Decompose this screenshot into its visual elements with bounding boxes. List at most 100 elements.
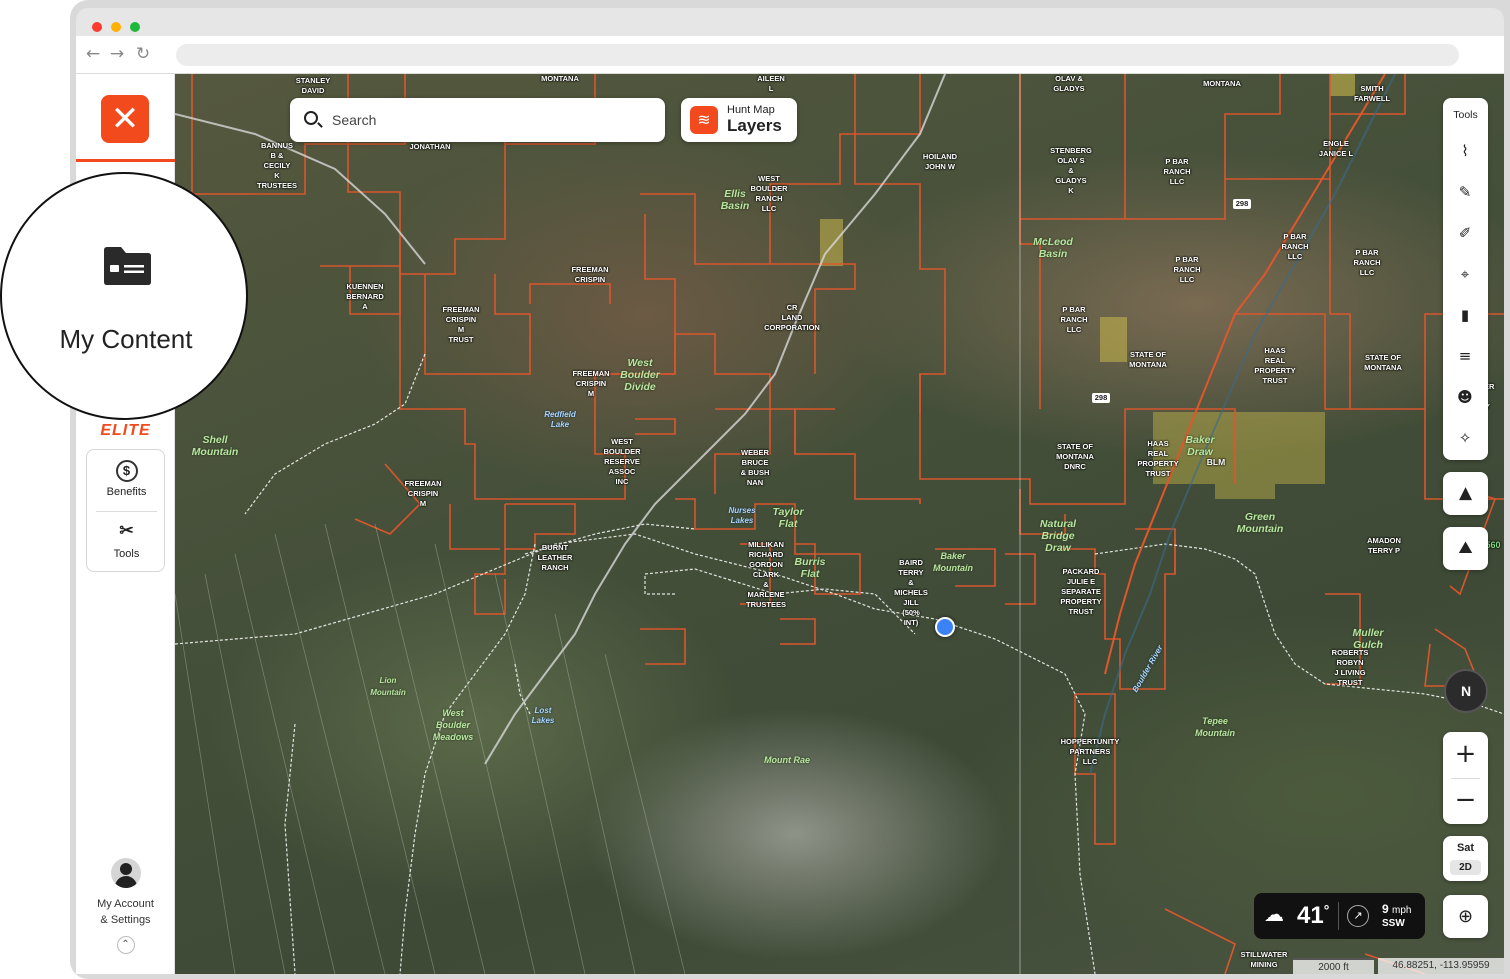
wind-speed-value: 9 <box>1382 902 1389 916</box>
place-label: Natural Bridge Draw <box>1039 518 1077 554</box>
owner-label: OLAV & GLADYS <box>1053 74 1085 93</box>
folder-icon <box>104 247 151 285</box>
owner-label: AILEEN L <box>757 74 785 93</box>
owner-label: P BAR RANCH LLC <box>1060 305 1088 334</box>
browser-address-row: ← → ↻ <box>76 36 1504 74</box>
owner-label: P BAR RANCH LLC <box>1353 248 1381 277</box>
view-mode-label: 2D <box>1450 860 1481 875</box>
owner-label: STATE OF MONTANA <box>1364 353 1402 372</box>
basemap-toggle-button[interactable]: Sat 2D <box>1443 836 1488 881</box>
satellite-icon[interactable]: ✧ <box>1454 427 1476 449</box>
compass-north-label: N <box>1460 683 1472 699</box>
account-label-line1: My Account <box>97 898 154 910</box>
wind-speed-unit: mph <box>1392 905 1412 916</box>
owner-label: P BAR RANCH LLC <box>1281 232 1309 261</box>
place-label: Baker Mountain <box>933 551 973 573</box>
temperature-unit: ° <box>1323 902 1330 918</box>
owner-label: PACKARD JULIE E SEPARATE PROPERTY TRUST <box>1060 567 1102 616</box>
chevron-up-icon[interactable]: ⌃ <box>116 936 135 954</box>
group-users-icon[interactable]: ☻ <box>1454 386 1476 408</box>
owner-label: HAAS REAL PROPERTY TRUST <box>1137 439 1179 478</box>
account-settings[interactable]: My Account & Settings ⌃ <box>76 858 175 954</box>
sidebar-item-label: Tools <box>113 548 140 560</box>
owner-label: P BAR RANCH LLC <box>1173 255 1201 284</box>
place-label: Green Mountain <box>1236 511 1284 535</box>
water-label: Redfield Lake <box>544 410 576 429</box>
terrain-3d-icon[interactable]: ▲ <box>1443 472 1488 515</box>
place-label: McLeod Basin <box>1033 236 1073 260</box>
maximize-window-dot[interactable] <box>130 22 140 32</box>
temperature: 41° <box>1297 902 1329 930</box>
owner-label: P BAR RANCH LLC <box>1163 157 1191 186</box>
sidebar-group: $ Benefits ✂ Tools <box>86 449 165 572</box>
app-window: STANLEY DAVID MONTANA AILEEN L OLAV & GL… <box>76 74 1504 974</box>
owner-label: WEBER BRUCE & BUSH NAN <box>740 448 770 487</box>
zoom-out-button[interactable]: − <box>1443 778 1488 824</box>
place-label: Mount Rae <box>764 755 810 765</box>
minimize-window-dot[interactable] <box>111 22 121 32</box>
satellite-map[interactable]: STANLEY DAVID MONTANA AILEEN L OLAV & GL… <box>175 74 1504 974</box>
place-label: Taylor Flat <box>772 506 804 530</box>
place-label: Ellis Basin <box>720 188 750 212</box>
mountain-view-icon[interactable]: ⛰ <box>1443 527 1488 570</box>
cursor-coordinates: 46.88251, -113.95959 <box>1378 958 1504 974</box>
layers-subtitle: Hunt Map <box>727 104 775 116</box>
place-label: Burris Flat <box>794 556 826 580</box>
avatar <box>110 858 141 888</box>
account-label-line2: & Settings <box>100 914 151 926</box>
search-bar[interactable]: Search <box>290 98 665 142</box>
owner-label: JONATHAN <box>409 142 451 151</box>
sidebar-item-tools[interactable]: ✂ Tools <box>87 522 166 561</box>
owner-label: BURNT LEATHER RANCH <box>537 543 573 572</box>
user-location-marker[interactable] <box>935 617 955 637</box>
hunt-map-layers-button[interactable]: ≋ Hunt Map Layers <box>681 98 797 142</box>
owner-label: STANLEY DAVID <box>295 76 331 95</box>
back-arrow-icon[interactable]: ← <box>84 44 102 64</box>
draw-shape-icon[interactable]: ✐ <box>1454 222 1476 244</box>
weather-widget[interactable]: ☁ 41° ↗ 9 mph SSW <box>1254 893 1425 939</box>
note-card-icon[interactable]: ▮ <box>1454 304 1476 326</box>
owner-label: HAAS REAL PROPERTY TRUST <box>1254 346 1296 385</box>
compass-button[interactable]: N <box>1444 669 1488 713</box>
wind-icon[interactable]: ≡ <box>1454 345 1476 367</box>
place-label: West Boulder Divide <box>620 357 660 393</box>
owner-label: STILLWATER MINING <box>1240 950 1288 969</box>
road-shield: 298 <box>1233 199 1251 209</box>
wind-speed: 9 mph <box>1382 902 1411 916</box>
dollar-icon: $ <box>115 460 138 482</box>
wind-direction-arrow-icon: ↗ <box>1347 905 1369 927</box>
owner-label: BANNUS B & CECILY K TRUSTEES <box>256 141 297 190</box>
my-content-callout[interactable]: My Content <box>0 172 248 420</box>
sidebar-item-benefits[interactable]: $ Benefits <box>87 460 166 498</box>
map-overlay <box>175 74 1504 974</box>
layers-icon: ≋ <box>690 106 718 134</box>
owner-label: SMITH FARWELL <box>1353 84 1391 103</box>
place-label: West Boulder Meadows <box>432 708 474 742</box>
address-bar[interactable] <box>176 44 1459 66</box>
locate-me-crosshair-icon[interactable]: ⊕ <box>1443 895 1488 938</box>
search-input[interactable]: Search <box>332 112 376 128</box>
water-label: Nurses Lakes <box>728 506 756 525</box>
owner-label: FREEMAN CRISPIN M <box>404 479 442 508</box>
zoom-controls: + − <box>1443 732 1488 824</box>
owner-label: AMADON TERRY P <box>1367 536 1401 555</box>
reload-icon[interactable]: ↻ <box>134 44 152 64</box>
close-window-dot[interactable] <box>92 22 102 32</box>
lasso-path-icon[interactable]: ⌇ <box>1454 140 1476 162</box>
close-x-icon[interactable]: ✕ <box>101 95 149 143</box>
owner-label: ENGLE JANICE L <box>1318 139 1354 158</box>
owner-label: ROBERTS ROBYN J LIVING TRUST <box>1331 648 1369 687</box>
owner-label: FREEMAN CRISPIN <box>571 265 609 284</box>
place-label: Baker Draw <box>1185 434 1215 458</box>
owner-label: CR LAND CORPORATION <box>764 303 820 332</box>
cloud-rain-icon: ☁ <box>1264 902 1284 926</box>
owner-label: FREEMAN CRISPIN M TRUST <box>442 305 480 344</box>
owner-label: HOPPERTUNITY PARTNERS LLC <box>1060 737 1120 766</box>
forward-arrow-icon[interactable]: → <box>108 44 126 64</box>
tools-title: Tools <box>1453 109 1478 121</box>
search-icon <box>304 111 318 125</box>
draw-line-icon[interactable]: ✎ <box>1454 181 1476 203</box>
owner-label: BLM <box>1206 457 1226 467</box>
zoom-in-button[interactable]: + <box>1443 732 1488 778</box>
waypoint-marker-icon[interactable]: ⌖ <box>1454 263 1476 285</box>
